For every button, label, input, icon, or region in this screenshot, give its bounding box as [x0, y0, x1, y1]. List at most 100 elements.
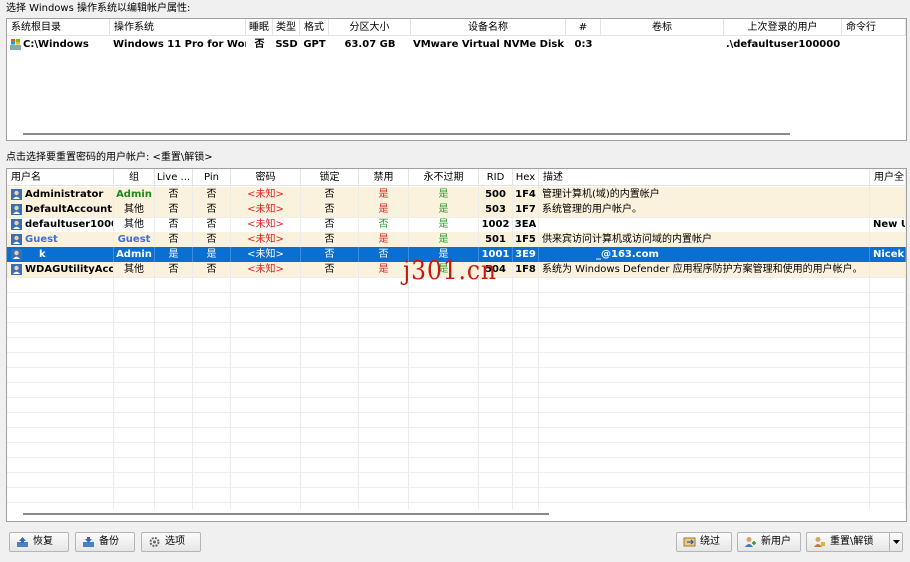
user-cell-never-expires: 是 [409, 247, 479, 262]
os-cell-label [601, 37, 724, 52]
os-cell-cmd [842, 37, 906, 52]
os-cell-last-user: .\defaultuser100000 [725, 39, 841, 50]
user-disabled-text: 是 [378, 204, 389, 215]
user-cell-disabled: 是 [359, 202, 409, 217]
os-cell-sleep: 否 [254, 39, 265, 50]
user-col-pin[interactable]: Pin [193, 169, 231, 186]
os-col-root[interactable]: 系统根目录 [7, 19, 110, 36]
os-col-cmd[interactable]: 命令行 [842, 19, 906, 36]
user-live-text: 否 [168, 234, 179, 245]
user-cell-disabled: 是 [359, 187, 409, 202]
user-name-text: Administrator [25, 189, 104, 200]
new-user-button[interactable]: 新用户 [737, 532, 801, 552]
user-never-expires-text: 是 [438, 204, 449, 215]
user-table-scrollbar[interactable] [23, 513, 549, 515]
user-cell-full: New U [870, 217, 906, 232]
user-section-label: 点击选择要重置密码的用户帐户: <重置\解锁> [6, 152, 213, 163]
user-desc-text: _@163.com [596, 249, 659, 260]
os-cell-format: GPT [303, 39, 326, 50]
os-table[interactable]: 系统根目录 操作系统 睡眠 类型 格式 分区大小 设备名称 # 卷标 上次登录的用户 命令行 C:\… [6, 18, 907, 141]
user-cell-locked: 否 [301, 187, 359, 202]
os-col-label[interactable]: 卷标 [601, 19, 724, 36]
user-table[interactable]: 用户名组 Live ... Pin 密码 锁定 禁用 永不过期 RID Hex 描述 用户全 Adm… [6, 168, 907, 522]
skip-button[interactable]: 绕过 [676, 532, 732, 552]
user-col-password[interactable]: 密码 [231, 169, 301, 186]
os-col-os[interactable]: 操作系统 [110, 19, 246, 36]
os-table-header: 系统根目录 操作系统 睡眠 类型 格式 分区大小 设备名称 # 卷标 上次登录的用户 命令行 [7, 19, 906, 36]
os-cell-size: 63.07 GB [344, 39, 396, 50]
user-pin-text: 是 [206, 249, 217, 260]
os-col-num[interactable]: # [566, 19, 601, 36]
gear-icon [149, 537, 160, 547]
os-col-size[interactable]: 分区大小 [329, 19, 411, 36]
user-cell-never-expires: 是 [409, 262, 479, 277]
os-col-device[interactable]: 设备名称 [411, 19, 566, 36]
user-col-disabled[interactable]: 禁用 [359, 169, 409, 186]
user-cell-never-expires: 是 [409, 187, 479, 202]
options-button[interactable]: 选项 [141, 532, 201, 552]
new-user-icon [745, 537, 756, 547]
backup-button[interactable]: 备份 [75, 532, 135, 552]
user-never-expires-text: 是 [438, 234, 449, 245]
grid-line [7, 457, 906, 458]
user-col-hex[interactable]: Hex [513, 169, 539, 186]
user-col-never-expires[interactable]: 永不过期 [409, 169, 479, 186]
grid-line [7, 397, 906, 398]
grid-line [7, 427, 906, 428]
os-table-row[interactable]: C:\Windows Windows 11 Pro for Work... 否 SSD… [7, 37, 906, 52]
user-rid-text: 1001 [481, 249, 510, 260]
user-table-row[interactable]: WDAGUtilityAcco... 其他 否 否 <未知> 否 是 是 504 1F8 系统为 W… [7, 262, 906, 277]
user-table-row[interactable]: DefaultAccount 其他 否 否 <未知> 否 是 是 503 1F7 系统管理的用户帐户… [7, 202, 906, 217]
user-table-row[interactable]: Administrator Admin 否 否 <未知> 否 是 是 500 1F4 管理计算机(域… [7, 187, 906, 202]
user-table-row[interactable]: k Admin 是 是 <未知> 否 否 是 1001 3E9 _@163.com Nicek [7, 247, 906, 262]
user-cell-rid: 500 [479, 187, 513, 202]
os-col-type[interactable]: 类型 [273, 19, 300, 36]
user-table-row[interactable]: defaultuser100000 其他 否 否 <未知> 否 否 是 1002 3EA New U [7, 217, 906, 232]
user-col-live[interactable]: Live ... [155, 169, 193, 186]
user-col-desc[interactable]: 描述 [539, 169, 870, 186]
os-col-last-user[interactable]: 上次登录的用户 [724, 19, 842, 36]
user-password-text: <未知> [247, 189, 284, 200]
grid-line [7, 472, 906, 473]
user-desc-text: 系统管理的用户帐户。 [542, 204, 642, 215]
restore-button[interactable]: 恢复 [9, 532, 69, 552]
user-hex-text: 3EA [514, 219, 537, 230]
user-cell-pin: 否 [193, 187, 231, 202]
user-name-text: DefaultAccount [25, 204, 112, 215]
user-desc-text: 系统为 Windows Defender 应用程序防护方案管理和使用的用户帐户。 [542, 264, 863, 275]
user-table-row[interactable]: Guest Guest 否 否 <未知> 否 是 是 501 1F5 供来宾访问计算机或访问域的内置… [7, 232, 906, 247]
user-password-text: <未知> [247, 264, 284, 275]
user-rid-text: 501 [485, 234, 506, 245]
user-col-full[interactable]: 用户全 [870, 169, 906, 186]
user-cell-rid: 504 [479, 262, 513, 277]
grid-line [7, 337, 906, 338]
user-group-text: 其他 [124, 219, 144, 230]
user-locked-text: 否 [324, 219, 335, 230]
user-group-text: 其他 [124, 264, 144, 275]
user-col-locked[interactable]: 锁定 [301, 169, 359, 186]
os-table-scrollbar[interactable] [23, 133, 790, 135]
user-account-icon [11, 249, 22, 260]
os-col-format[interactable]: 格式 [300, 19, 329, 36]
dropdown-arrow-icon[interactable] [889, 533, 902, 551]
user-pin-text: 否 [206, 204, 217, 215]
user-password-text: <未知> [247, 249, 284, 260]
user-group-text: Admin [116, 189, 152, 200]
reset-unlock-button[interactable]: 重置\解锁 [806, 532, 903, 552]
user-never-expires-text: 是 [438, 189, 449, 200]
user-cell-live: 是 [155, 247, 193, 262]
user-cell-disabled: 否 [359, 217, 409, 232]
os-cell-device: VMware Virtual NVMe Disk [412, 39, 564, 50]
user-account-icon [11, 204, 22, 215]
user-hex-text: 3E9 [515, 249, 536, 260]
user-disabled-text: 是 [378, 189, 389, 200]
options-label: 选项 [165, 536, 185, 547]
os-col-sleep[interactable]: 睡眠 [246, 19, 273, 36]
user-cell-group: 其他 [114, 202, 155, 217]
user-cell-desc: 系统管理的用户帐户。 [539, 202, 870, 217]
user-cell-name: Guest [7, 232, 114, 247]
user-col-rid[interactable]: RID [479, 169, 513, 186]
user-col-name[interactable]: 用户名 [7, 169, 114, 186]
user-col-group[interactable]: 组 [114, 169, 155, 186]
user-cell-disabled: 否 [359, 247, 409, 262]
